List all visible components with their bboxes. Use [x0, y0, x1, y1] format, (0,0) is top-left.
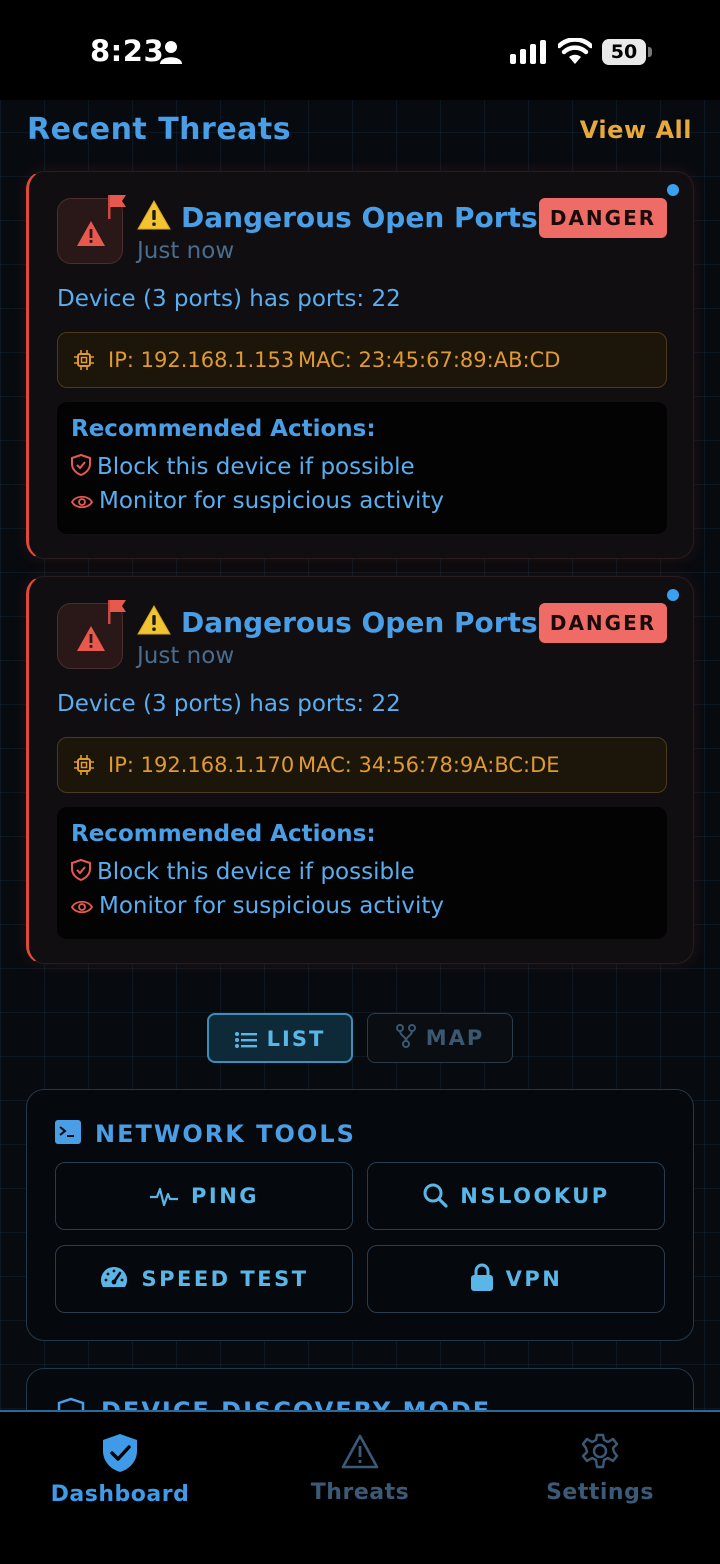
action-item: Monitor for suspicious activity	[70, 488, 444, 514]
wifi-icon	[558, 38, 592, 64]
flag-icon	[108, 600, 126, 624]
chip-icon	[74, 755, 94, 775]
speed-test-button[interactable]: SPEED TEST	[55, 1245, 353, 1313]
nav-dashboard[interactable]: Dashboard	[30, 1432, 210, 1507]
unread-dot	[667, 184, 679, 196]
threat-title-text: Dangerous Open Ports	[181, 606, 538, 639]
mac-address: MAC: 34:56:78:9A:BC:DE	[298, 753, 560, 777]
search-icon	[423, 1183, 448, 1208]
threat-icon-box	[57, 600, 126, 669]
signal-icon	[510, 40, 546, 64]
section-title: Recent Threats	[27, 112, 292, 147]
vpn-button[interactable]: VPN	[367, 1245, 665, 1313]
threat-time: Just now	[137, 238, 235, 264]
app-screen: 8:23 50 Recent Threats View All Dangerou…	[0, 0, 720, 1564]
warning-icon	[341, 1434, 379, 1469]
list-icon	[234, 1032, 257, 1048]
vpn-label: VPN	[505, 1267, 563, 1291]
ping-button[interactable]: PING	[55, 1162, 353, 1230]
ip-address: IP: 192.168.1.153	[108, 348, 295, 372]
nslookup-button[interactable]: NSLOOKUP	[367, 1162, 665, 1230]
warning-emoji-icon	[137, 605, 171, 635]
heartbeat-icon	[149, 1187, 178, 1207]
action-item: Monitor for suspicious activity	[70, 893, 444, 919]
unread-dot	[667, 589, 679, 601]
nav-dashboard-label: Dashboard	[50, 1482, 190, 1507]
threat-title-text: Dangerous Open Ports	[181, 201, 538, 234]
lock-icon	[470, 1263, 493, 1291]
network-info-box: IP: 192.168.1.153 MAC: 23:45:67:89:AB:CD	[57, 332, 667, 388]
actions-title: Recommended Actions:	[71, 416, 376, 442]
list-view-label: LIST	[266, 1027, 326, 1051]
threat-title: Dangerous Open Ports	[137, 605, 538, 639]
danger-badge: DANGER	[539, 603, 667, 643]
action-text: Block this device if possible	[97, 859, 415, 885]
threat-icon-box	[57, 195, 126, 264]
chip-icon	[74, 350, 94, 370]
recommended-actions: Recommended Actions: Block this device i…	[57, 807, 667, 939]
warning-emoji-icon	[137, 200, 171, 230]
status-bar: 8:23 50	[0, 0, 720, 100]
nav-settings-label: Settings	[546, 1480, 654, 1505]
shield-icon	[71, 453, 91, 477]
network-tools-title: NETWORK TOOLS	[95, 1120, 356, 1148]
eye-icon	[70, 495, 94, 509]
battery-nub	[648, 47, 652, 57]
action-text: Monitor for suspicious activity	[99, 893, 444, 919]
gear-icon	[581, 1433, 619, 1469]
action-item: Block this device if possible	[71, 453, 415, 480]
nav-threats-label: Threats	[310, 1480, 410, 1505]
action-text: Monitor for suspicious activity	[99, 488, 444, 514]
threat-description: Device (3 ports) has ports: 22	[57, 691, 401, 717]
network-fork-icon	[395, 1024, 416, 1048]
danger-badge: DANGER	[539, 198, 667, 238]
nav-threats[interactable]: Threats	[270, 1432, 450, 1505]
bottom-nav: Dashboard Threats Settings	[0, 1410, 720, 1564]
ip-address: IP: 192.168.1.170	[108, 753, 295, 777]
nav-settings[interactable]: Settings	[510, 1432, 690, 1505]
warning-icon	[77, 221, 105, 246]
network-tools-panel: NETWORK TOOLS PING NSLOOKUP SPEED TEST V…	[26, 1089, 694, 1341]
ping-label: PING	[190, 1184, 260, 1208]
eye-icon	[70, 900, 94, 914]
map-view-button[interactable]: MAP	[367, 1013, 513, 1063]
warning-icon	[77, 626, 105, 651]
status-time: 8:23	[90, 34, 165, 68]
threat-card[interactable]: Dangerous Open Ports Just now DANGER Dev…	[26, 576, 694, 964]
map-view-label: MAP	[425, 1026, 485, 1050]
action-text: Block this device if possible	[97, 454, 415, 480]
nslookup-label: NSLOOKUP	[460, 1184, 610, 1208]
speedometer-icon	[101, 1266, 128, 1287]
flag-icon	[108, 195, 126, 219]
threat-title: Dangerous Open Ports	[137, 200, 538, 234]
shield-icon	[71, 858, 91, 882]
action-item: Block this device if possible	[71, 858, 415, 885]
threat-description: Device (3 ports) has ports: 22	[57, 286, 401, 312]
terminal-icon	[55, 1120, 81, 1144]
actions-title: Recommended Actions:	[71, 821, 376, 847]
shield-check-icon	[103, 1434, 137, 1472]
mac-address: MAC: 23:45:67:89:AB:CD	[298, 348, 561, 372]
network-info-box: IP: 192.168.1.170 MAC: 34:56:78:9A:BC:DE	[57, 737, 667, 793]
recommended-actions: Recommended Actions: Block this device i…	[57, 402, 667, 534]
list-view-button[interactable]: LIST	[207, 1013, 353, 1063]
threat-card[interactable]: Dangerous Open Ports Just now DANGER Dev…	[26, 171, 694, 559]
speed-test-label: SPEED TEST	[141, 1267, 309, 1291]
person-icon	[160, 41, 182, 64]
battery-icon: 50	[602, 39, 646, 65]
threat-time: Just now	[137, 643, 235, 669]
view-all-link[interactable]: View All	[580, 116, 692, 144]
